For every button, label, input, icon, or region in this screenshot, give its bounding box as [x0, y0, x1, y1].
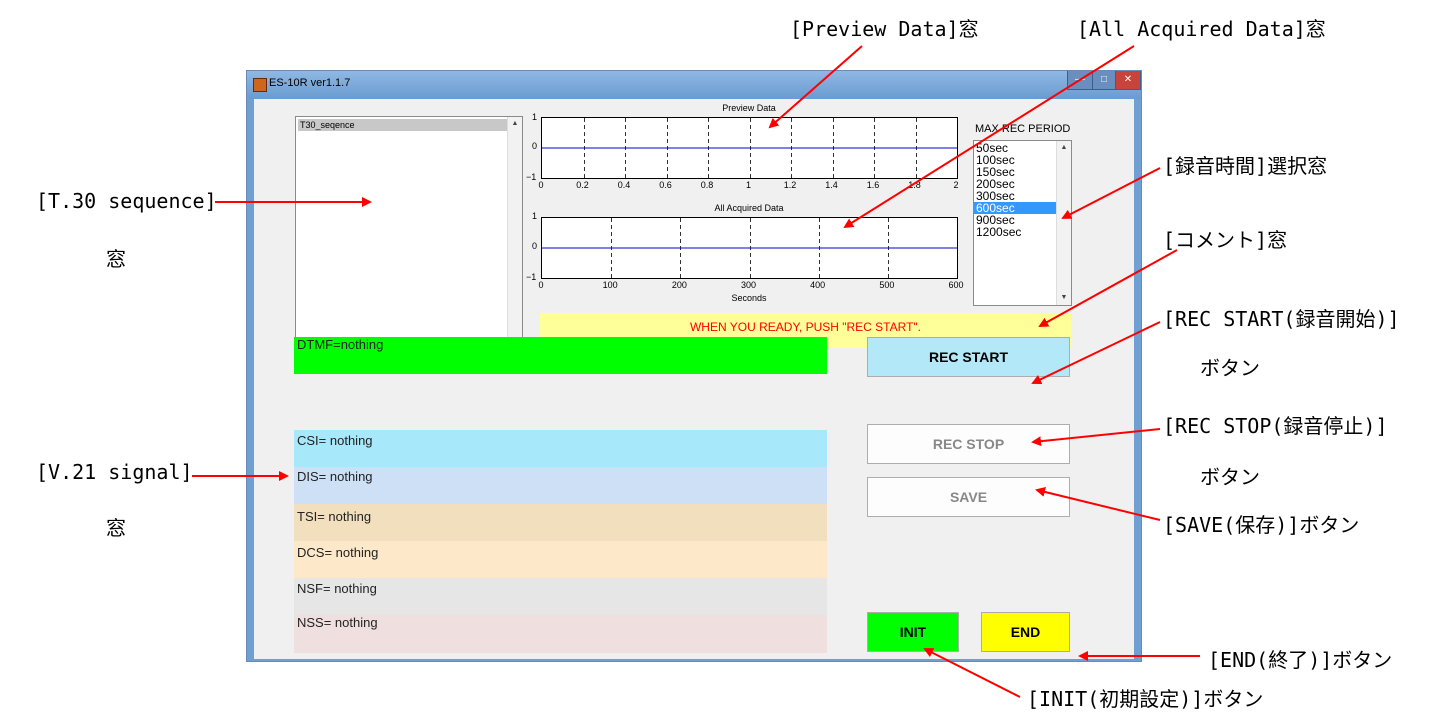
arrow-init	[923, 648, 1021, 698]
arrow-save	[1035, 487, 1161, 521]
arrow-acquired	[843, 45, 1135, 229]
arrow-preview	[768, 45, 863, 129]
annotation-arrows	[192, 45, 1200, 698]
arrow-comment	[1038, 249, 1178, 327]
arrow-rec-stop	[1031, 428, 1161, 447]
arrow-rec-start	[1031, 321, 1161, 385]
arrow-rec-time	[1061, 167, 1161, 219]
